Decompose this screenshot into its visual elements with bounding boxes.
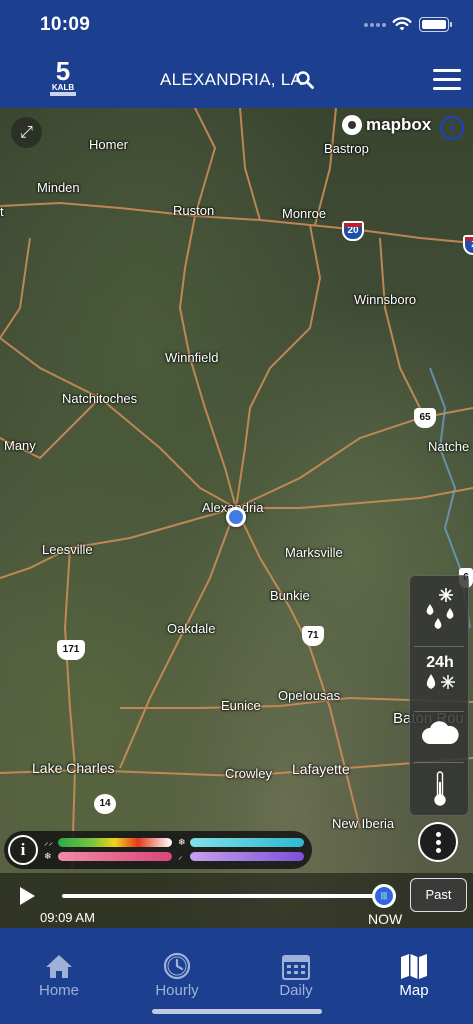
clock-icon <box>163 952 191 980</box>
city-label: t <box>0 204 4 219</box>
location-title[interactable]: ALEXANDRIA, LA <box>160 70 302 90</box>
city-label: New Iberia <box>332 816 395 831</box>
tab-home[interactable]: Home <box>0 928 118 1008</box>
city-label: Crowley <box>225 766 272 781</box>
fullscreen-expand-button[interactable]: ⤢ <box>11 117 42 148</box>
city-label: Natchitoches <box>62 391 138 406</box>
mix-legend-scale <box>58 852 172 861</box>
legend-info-button[interactable]: i <box>8 835 38 865</box>
more-options-button[interactable] <box>418 822 458 862</box>
city-label: Winnsboro <box>354 292 417 307</box>
interstate-shield: 20 <box>342 221 364 241</box>
radar-legend: i ⸝⸝ ❄ ❄ ⸝ <box>4 831 312 869</box>
city-label: Leesville <box>42 542 93 557</box>
ice-legend-icon: ⸝ <box>178 851 183 861</box>
wifi-icon <box>392 17 412 31</box>
city-label: Eunice <box>221 698 261 713</box>
snow-rain-icon <box>426 588 454 629</box>
cellular-signal-icon <box>364 22 386 28</box>
thermometer-icon <box>434 771 446 806</box>
frame-time: 09:09 AM <box>40 910 95 925</box>
station-logo[interactable]: 5 KALB <box>50 58 76 99</box>
ice-legend-scale <box>190 852 304 861</box>
layer-panel: 24h <box>409 575 469 816</box>
city-label: Lafayette <box>292 761 350 777</box>
temperature-layer-button[interactable] <box>410 770 470 810</box>
highway-shield: 71 <box>302 626 324 646</box>
city-label: Marksville <box>285 545 343 560</box>
mapbox-logo: mapbox <box>342 114 431 136</box>
menu-icon[interactable] <box>433 69 461 91</box>
status-time: 10:09 <box>40 14 91 35</box>
timeline-handle[interactable]: ||| <box>372 884 396 908</box>
radar-map[interactable]: ⤢ mapbox i Homer Bastrop Minden t Ruston… <box>0 108 473 928</box>
rain-legend-icon: ⸝⸝ <box>44 837 54 847</box>
highway-shield: 14 <box>94 794 116 814</box>
calendar-icon <box>282 955 310 980</box>
highway-shield: 65 <box>414 408 436 428</box>
playback-bar: ||| 09:09 AM NOW Past <box>0 873 473 928</box>
city-label: Homer <box>89 137 129 152</box>
clouds-layer-button[interactable] <box>410 718 470 754</box>
city-label: Opelousas <box>278 688 341 703</box>
city-label: Bastrop <box>324 141 369 156</box>
play-icon[interactable] <box>20 887 35 905</box>
app-header: 5 KALB ALEXANDRIA, LA <box>0 52 473 108</box>
battery-icon <box>419 17 452 32</box>
tab-map[interactable]: Map <box>355 928 473 1008</box>
map-icon <box>401 954 427 979</box>
tab-daily[interactable]: Daily <box>237 928 355 1008</box>
attribution-info-icon[interactable]: i <box>440 116 464 140</box>
city-label: Winnfield <box>165 350 219 365</box>
current-location-marker[interactable] <box>226 507 246 527</box>
status-bar: 10:09 <box>0 0 473 52</box>
city-label: Ruston <box>173 203 215 218</box>
precip-layer-button[interactable] <box>410 584 470 640</box>
rain-legend-scale <box>58 838 172 847</box>
timeline-slider[interactable] <box>62 894 384 898</box>
mix-legend-icon: ❄ <box>44 851 52 861</box>
snow-legend-scale <box>190 838 304 847</box>
city-label: Lake Charles <box>32 760 115 776</box>
search-icon[interactable] <box>295 70 315 90</box>
hours-label: 24h <box>426 654 454 671</box>
now-label: NOW <box>368 911 403 927</box>
rain-snow-total-icon <box>426 674 455 689</box>
snow-legend-icon: ❄ <box>178 837 186 847</box>
cloud-icon <box>422 721 459 744</box>
highway-shield: 171 <box>57 640 85 660</box>
mapbox-mark-icon <box>342 115 362 135</box>
city-label: Natche <box>428 439 470 454</box>
city-label: Monroe <box>282 206 327 221</box>
city-label: Minden <box>37 180 80 195</box>
past-button[interactable]: Past <box>410 878 467 912</box>
accumulation-24h-button[interactable]: 24h <box>410 654 470 704</box>
tab-hourly[interactable]: Hourly <box>118 928 236 1008</box>
city-label: Many <box>4 438 36 453</box>
city-label: Bunkie <box>270 588 310 603</box>
home-indicator <box>152 1009 322 1014</box>
home-icon <box>46 955 72 978</box>
city-label: Oakdale <box>167 621 216 636</box>
